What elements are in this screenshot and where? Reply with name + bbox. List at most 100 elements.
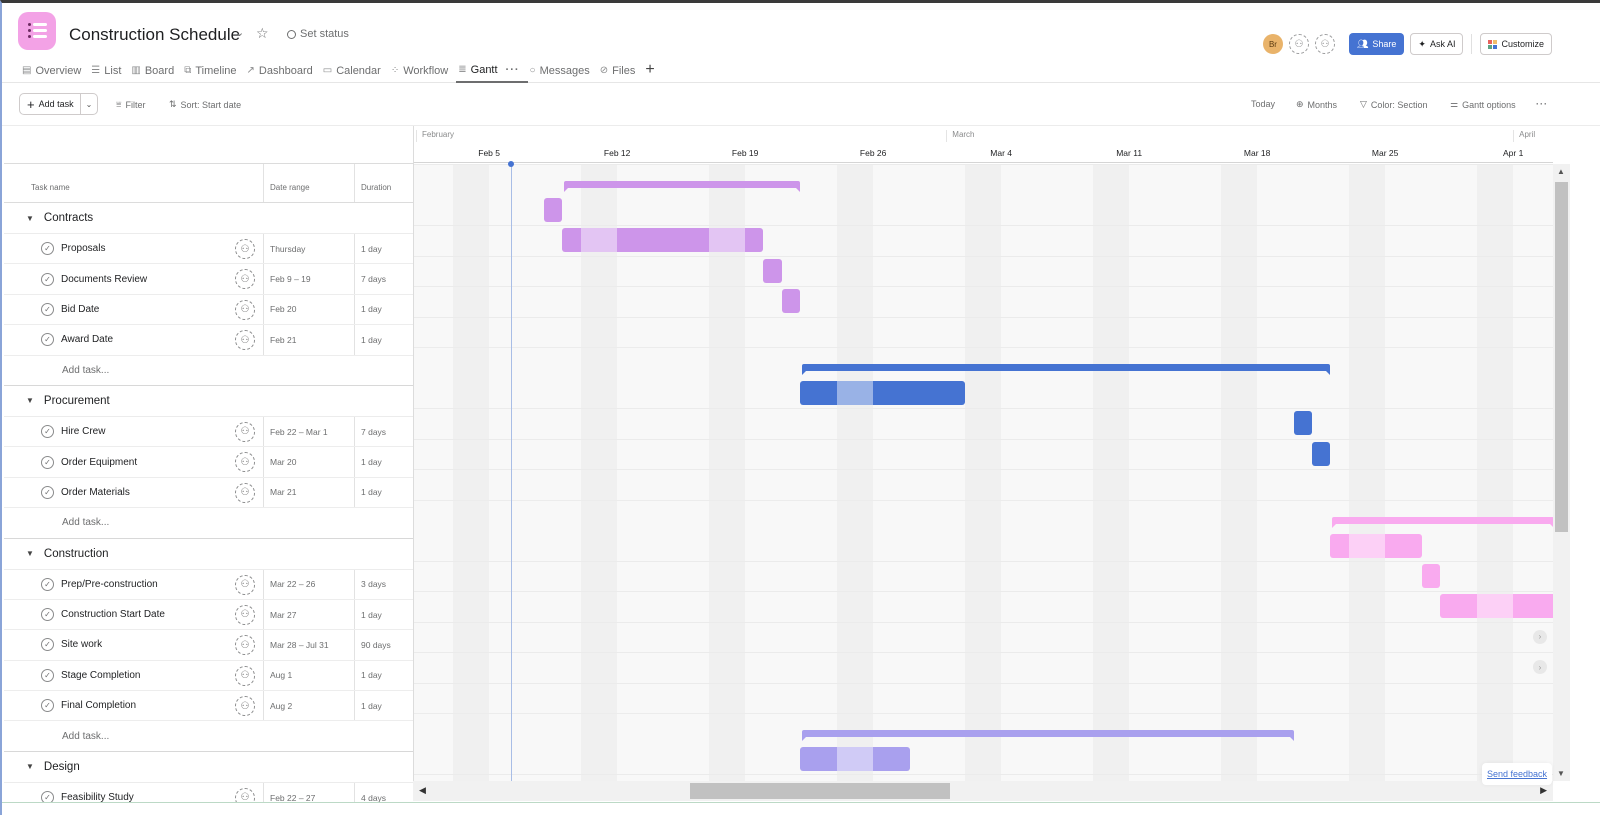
task-name-cell[interactable]: ✓ Prep/Pre-construction ⚇ (4, 569, 264, 599)
task-duration[interactable]: 3 days (355, 570, 386, 599)
assignee-placeholder-icon[interactable]: ⚇ (235, 787, 255, 803)
task-row[interactable]: ✓ Award Date ⚇ Feb 21 1 day (4, 325, 413, 356)
complete-check-icon[interactable]: ✓ (41, 425, 54, 439)
send-feedback-link[interactable]: Send feedback (1482, 763, 1553, 785)
task-row[interactable]: ✓ Hire Crew ⚇ Feb 22 – Mar 17 days (4, 416, 413, 448)
task-bar[interactable] (1421, 564, 1440, 588)
scroll-up-arrow-icon[interactable]: ▲ (1557, 167, 1565, 176)
tab-messages[interactable]: ○ Messages (528, 63, 598, 83)
assignee-placeholder-icon[interactable]: ⚇ (235, 421, 255, 442)
assignee-placeholder-icon[interactable]: ⚇ (235, 635, 255, 656)
section-header-procurement[interactable]: ▼ Procurement (4, 386, 413, 417)
add-task-row[interactable]: Add task... (4, 508, 413, 539)
scroll-left-arrow-icon[interactable]: ◀ (419, 785, 426, 796)
section-summary-bar[interactable] (802, 730, 1294, 741)
complete-check-icon[interactable]: ✓ (41, 577, 54, 591)
task-bar[interactable] (763, 258, 782, 283)
task-duration[interactable]: 7 days (355, 264, 386, 293)
section-header-construction[interactable]: ▼ Construction (4, 539, 413, 570)
task-name-cell[interactable]: ✓ Hire Crew ⚇ (4, 416, 264, 447)
task-duration[interactable]: 90 days (355, 630, 391, 659)
task-date-range[interactable]: Mar 21 (264, 477, 355, 508)
task-row[interactable]: ✓ Bid Date ⚇ Feb 20 1 day (4, 294, 413, 326)
more-options-icon[interactable]: ··· (1536, 99, 1548, 109)
task-name[interactable]: Final Completion (61, 700, 136, 711)
section-summary-bar[interactable] (1332, 516, 1553, 528)
complete-check-icon[interactable]: ✓ (41, 455, 54, 469)
assignee-placeholder-icon[interactable]: ⚇ (235, 482, 255, 503)
assignee-placeholder-icon[interactable]: ⚇ (235, 269, 255, 290)
zoom-months-button[interactable]: ⊕ Months (1296, 99, 1337, 110)
assignee-placeholder-icon[interactable]: ⚇ (235, 574, 255, 595)
ask-ai-button[interactable]: ✦ Ask AI (1410, 33, 1464, 55)
complete-check-icon[interactable]: ✓ (41, 333, 54, 347)
tab-files[interactable]: ⊘ Files (598, 63, 644, 83)
section-header-design[interactable]: ▼ Design (4, 752, 413, 783)
sort-button[interactable]: ⇅ Sort: Start date (169, 99, 241, 110)
column-header-date-range[interactable]: Date range (264, 164, 355, 202)
task-duration[interactable]: 1 day (355, 325, 382, 354)
complete-check-icon[interactable]: ✓ (41, 242, 54, 256)
complete-check-icon[interactable]: ✓ (41, 485, 54, 499)
tab-list[interactable]: ☰ List (89, 63, 129, 83)
task-duration[interactable]: 1 day (355, 478, 382, 507)
add-task-row[interactable]: Add task... (4, 721, 413, 752)
task-name[interactable]: Site work (61, 639, 102, 650)
tab-gantt[interactable]: ≣ Gantt ··· (456, 63, 528, 83)
project-title[interactable]: Construction Schedule (69, 25, 240, 45)
task-duration[interactable]: 1 day (355, 295, 382, 324)
scroll-down-arrow-icon[interactable]: ▼ (1557, 769, 1565, 778)
assignee-placeholder-icon[interactable]: ⚇ (235, 665, 255, 686)
task-name[interactable]: Construction Start Date (61, 609, 165, 620)
task-bar[interactable] (562, 228, 764, 253)
task-name-cell[interactable]: ✓ Bid Date ⚇ (4, 294, 264, 325)
horizontal-scrollbar[interactable]: ◀ ▶ (413, 781, 1553, 801)
tab-more-options-icon[interactable]: ··· (506, 64, 520, 76)
section-summary-bar[interactable] (564, 181, 800, 192)
task-row[interactable]: ✓ Order Equipment ⚇ Mar 20 1 day (4, 447, 413, 478)
tab-timeline[interactable]: ⧉ Timeline (182, 63, 244, 83)
task-row[interactable]: ✓ Construction Start Date ⚇ Mar 27 1 day (4, 599, 413, 631)
task-name-cell[interactable]: ✓ Site work ⚇ (4, 630, 264, 660)
task-name-cell[interactable]: ✓ Award Date ⚇ (4, 325, 264, 355)
task-name-cell[interactable]: ✓ Final Completion ⚇ (4, 691, 264, 721)
avatar[interactable]: Br (1262, 34, 1283, 54)
task-name[interactable]: Order Materials (61, 487, 130, 498)
tab-calendar[interactable]: ▭ Calendar (321, 63, 389, 83)
task-name-cell[interactable]: ✓ Feasibility Study ⚇ (4, 782, 264, 803)
assignee-placeholder-icon[interactable]: ⚇ (235, 299, 255, 320)
task-name-cell[interactable]: ✓ Order Equipment ⚇ (4, 447, 264, 477)
task-row[interactable]: ✓ Proposals ⚇ Thursday 1 day (4, 234, 413, 265)
task-name-cell[interactable]: ✓ Proposals ⚇ (4, 234, 264, 264)
add-task-button[interactable]: + Add task (20, 94, 81, 114)
tab-board[interactable]: ▥ Board (129, 63, 182, 83)
task-name[interactable]: Bid Date (61, 304, 99, 315)
complete-check-icon[interactable]: ✓ (41, 638, 54, 652)
task-date-range[interactable]: Mar 20 (264, 447, 355, 477)
task-duration[interactable]: 1 day (355, 447, 382, 476)
complete-check-icon[interactable]: ✓ (41, 608, 54, 622)
column-header-task-name[interactable]: Task name (4, 164, 264, 202)
task-date-range[interactable]: Mar 27 (264, 599, 355, 630)
assignee-placeholder-icon[interactable]: ⚇ (235, 330, 255, 351)
task-duration[interactable]: 4 days (355, 783, 386, 803)
chevron-down-icon[interactable]: ⌄ (235, 26, 244, 39)
color-section-button[interactable]: ▽ Color: Section (1360, 99, 1427, 110)
task-name[interactable]: Proposals (61, 243, 105, 254)
empty-member-avatar[interactable]: ⚇ (1314, 34, 1335, 54)
task-name-cell[interactable]: ✓ Construction Start Date ⚇ (4, 599, 264, 630)
tab-overview[interactable]: ▤ Overview (20, 63, 89, 83)
offscreen-task-arrow-icon[interactable]: › (1533, 660, 1547, 675)
task-duration[interactable]: 7 days (355, 417, 386, 446)
section-header-contracts[interactable]: ▼ Contracts (4, 203, 413, 234)
tab-workflow[interactable]: ⁘ Workflow (389, 63, 456, 83)
task-duration[interactable]: 1 day (355, 691, 382, 720)
assignee-placeholder-icon[interactable]: ⚇ (235, 604, 255, 625)
task-name[interactable]: Prep/Pre-construction (61, 579, 158, 590)
add-tab-plus-icon[interactable]: + (645, 62, 654, 83)
assignee-placeholder-icon[interactable]: ⚇ (235, 239, 255, 259)
task-name-cell[interactable]: ✓ Stage Completion ⚇ (4, 660, 264, 691)
task-date-range[interactable]: Feb 21 (264, 325, 355, 355)
tab-dashboard[interactable]: ↗ Dashboard (245, 63, 321, 83)
task-bar[interactable] (544, 198, 563, 222)
